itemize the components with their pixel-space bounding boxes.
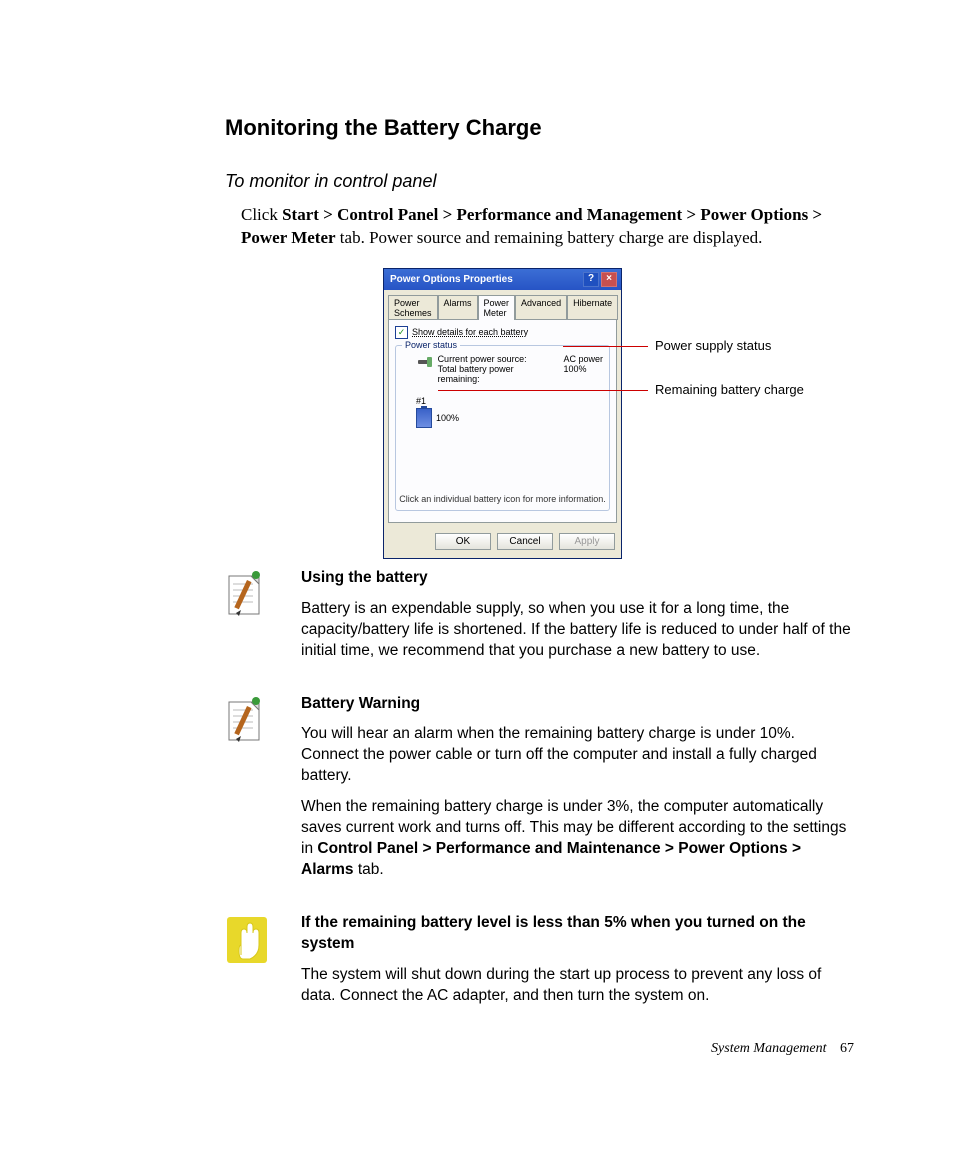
power-status-group: Power status Current power source: AC po…	[395, 345, 610, 511]
show-details-label: Show details for each battery	[412, 327, 528, 337]
tab-power-schemes[interactable]: Power Schemes	[388, 295, 438, 320]
battery-warning-p1: You will hear an alarm when the remainin…	[301, 724, 854, 787]
tab-alarms[interactable]: Alarms	[438, 295, 478, 320]
intro-prefix: Click	[241, 205, 282, 224]
tab-strip: Power Schemes Alarms Power Meter Advance…	[384, 290, 621, 319]
page-footer: System Management 67	[711, 1041, 854, 1057]
note-caution: If the remaining battery level is less t…	[225, 913, 854, 1017]
show-details-checkbox[interactable]: ✓	[395, 326, 408, 339]
tab-advanced[interactable]: Advanced	[515, 295, 567, 320]
tab-panel: ✓ Show details for each battery Power st…	[388, 319, 617, 523]
battery-percent: 100%	[436, 413, 459, 423]
page: Monitoring the Battery Charge To monitor…	[0, 0, 954, 1157]
ok-button[interactable]: OK	[435, 533, 491, 550]
dialog-title: Power Options Properties	[390, 274, 513, 285]
intro-suffix: tab. Power source and remaining battery …	[336, 228, 763, 247]
intro-paragraph: Click Start > Control Panel > Performanc…	[241, 204, 854, 250]
caution-title: If the remaining battery level is less t…	[301, 914, 806, 952]
total-remaining-value: 100%	[563, 364, 603, 384]
section-subtitle: To monitor in control panel	[225, 171, 854, 192]
battery-icon[interactable]	[416, 408, 432, 428]
close-button-icon[interactable]: ×	[601, 272, 617, 287]
page-title: Monitoring the Battery Charge	[225, 115, 854, 141]
total-remaining-label: Total battery power remaining:	[438, 364, 554, 384]
callout-remaining-charge: Remaining battery charge	[655, 382, 804, 397]
ac-plug-icon	[416, 354, 432, 368]
apply-button[interactable]: Apply	[559, 533, 615, 550]
cancel-button[interactable]: Cancel	[497, 533, 553, 550]
groupbox-legend: Power status	[402, 340, 460, 350]
battery-warning-p2b: tab.	[354, 861, 384, 878]
callout-line-power	[563, 346, 648, 347]
note-paper-icon	[225, 570, 269, 620]
battery-hint: Click an individual battery icon for mor…	[396, 494, 609, 504]
note-battery-warning: Battery Warning You will hear an alarm w…	[225, 694, 854, 891]
battery-warning-p2: When the remaining battery charge is und…	[301, 797, 854, 881]
caution-hand-icon	[225, 915, 269, 965]
using-battery-body: Battery is an expendable supply, so when…	[301, 599, 854, 662]
note-using-battery: Using the battery Battery is an expendab…	[225, 568, 854, 672]
footer-section: System Management	[711, 1041, 826, 1056]
battery-warning-title: Battery Warning	[301, 695, 420, 712]
figure: Power Options Properties ? × Power Schem…	[383, 268, 854, 540]
current-source-label: Current power source:	[438, 354, 554, 364]
footer-page-number: 67	[840, 1041, 854, 1056]
caution-body: The system will shut down during the sta…	[301, 965, 854, 1007]
tab-power-meter[interactable]: Power Meter	[478, 295, 516, 320]
callout-line-remaining	[438, 390, 648, 391]
battery-number: #1	[416, 396, 603, 406]
dialog-button-row: OK Cancel Apply	[384, 527, 621, 558]
tab-hibernate[interactable]: Hibernate	[567, 295, 618, 320]
using-battery-title: Using the battery	[301, 569, 428, 586]
power-options-dialog: Power Options Properties ? × Power Schem…	[383, 268, 622, 559]
dialog-titlebar: Power Options Properties ? ×	[384, 269, 621, 290]
help-button-icon[interactable]: ?	[583, 272, 599, 287]
note-paper-icon	[225, 696, 269, 746]
callout-power-supply: Power supply status	[655, 338, 771, 353]
current-source-value: AC power	[563, 354, 603, 364]
